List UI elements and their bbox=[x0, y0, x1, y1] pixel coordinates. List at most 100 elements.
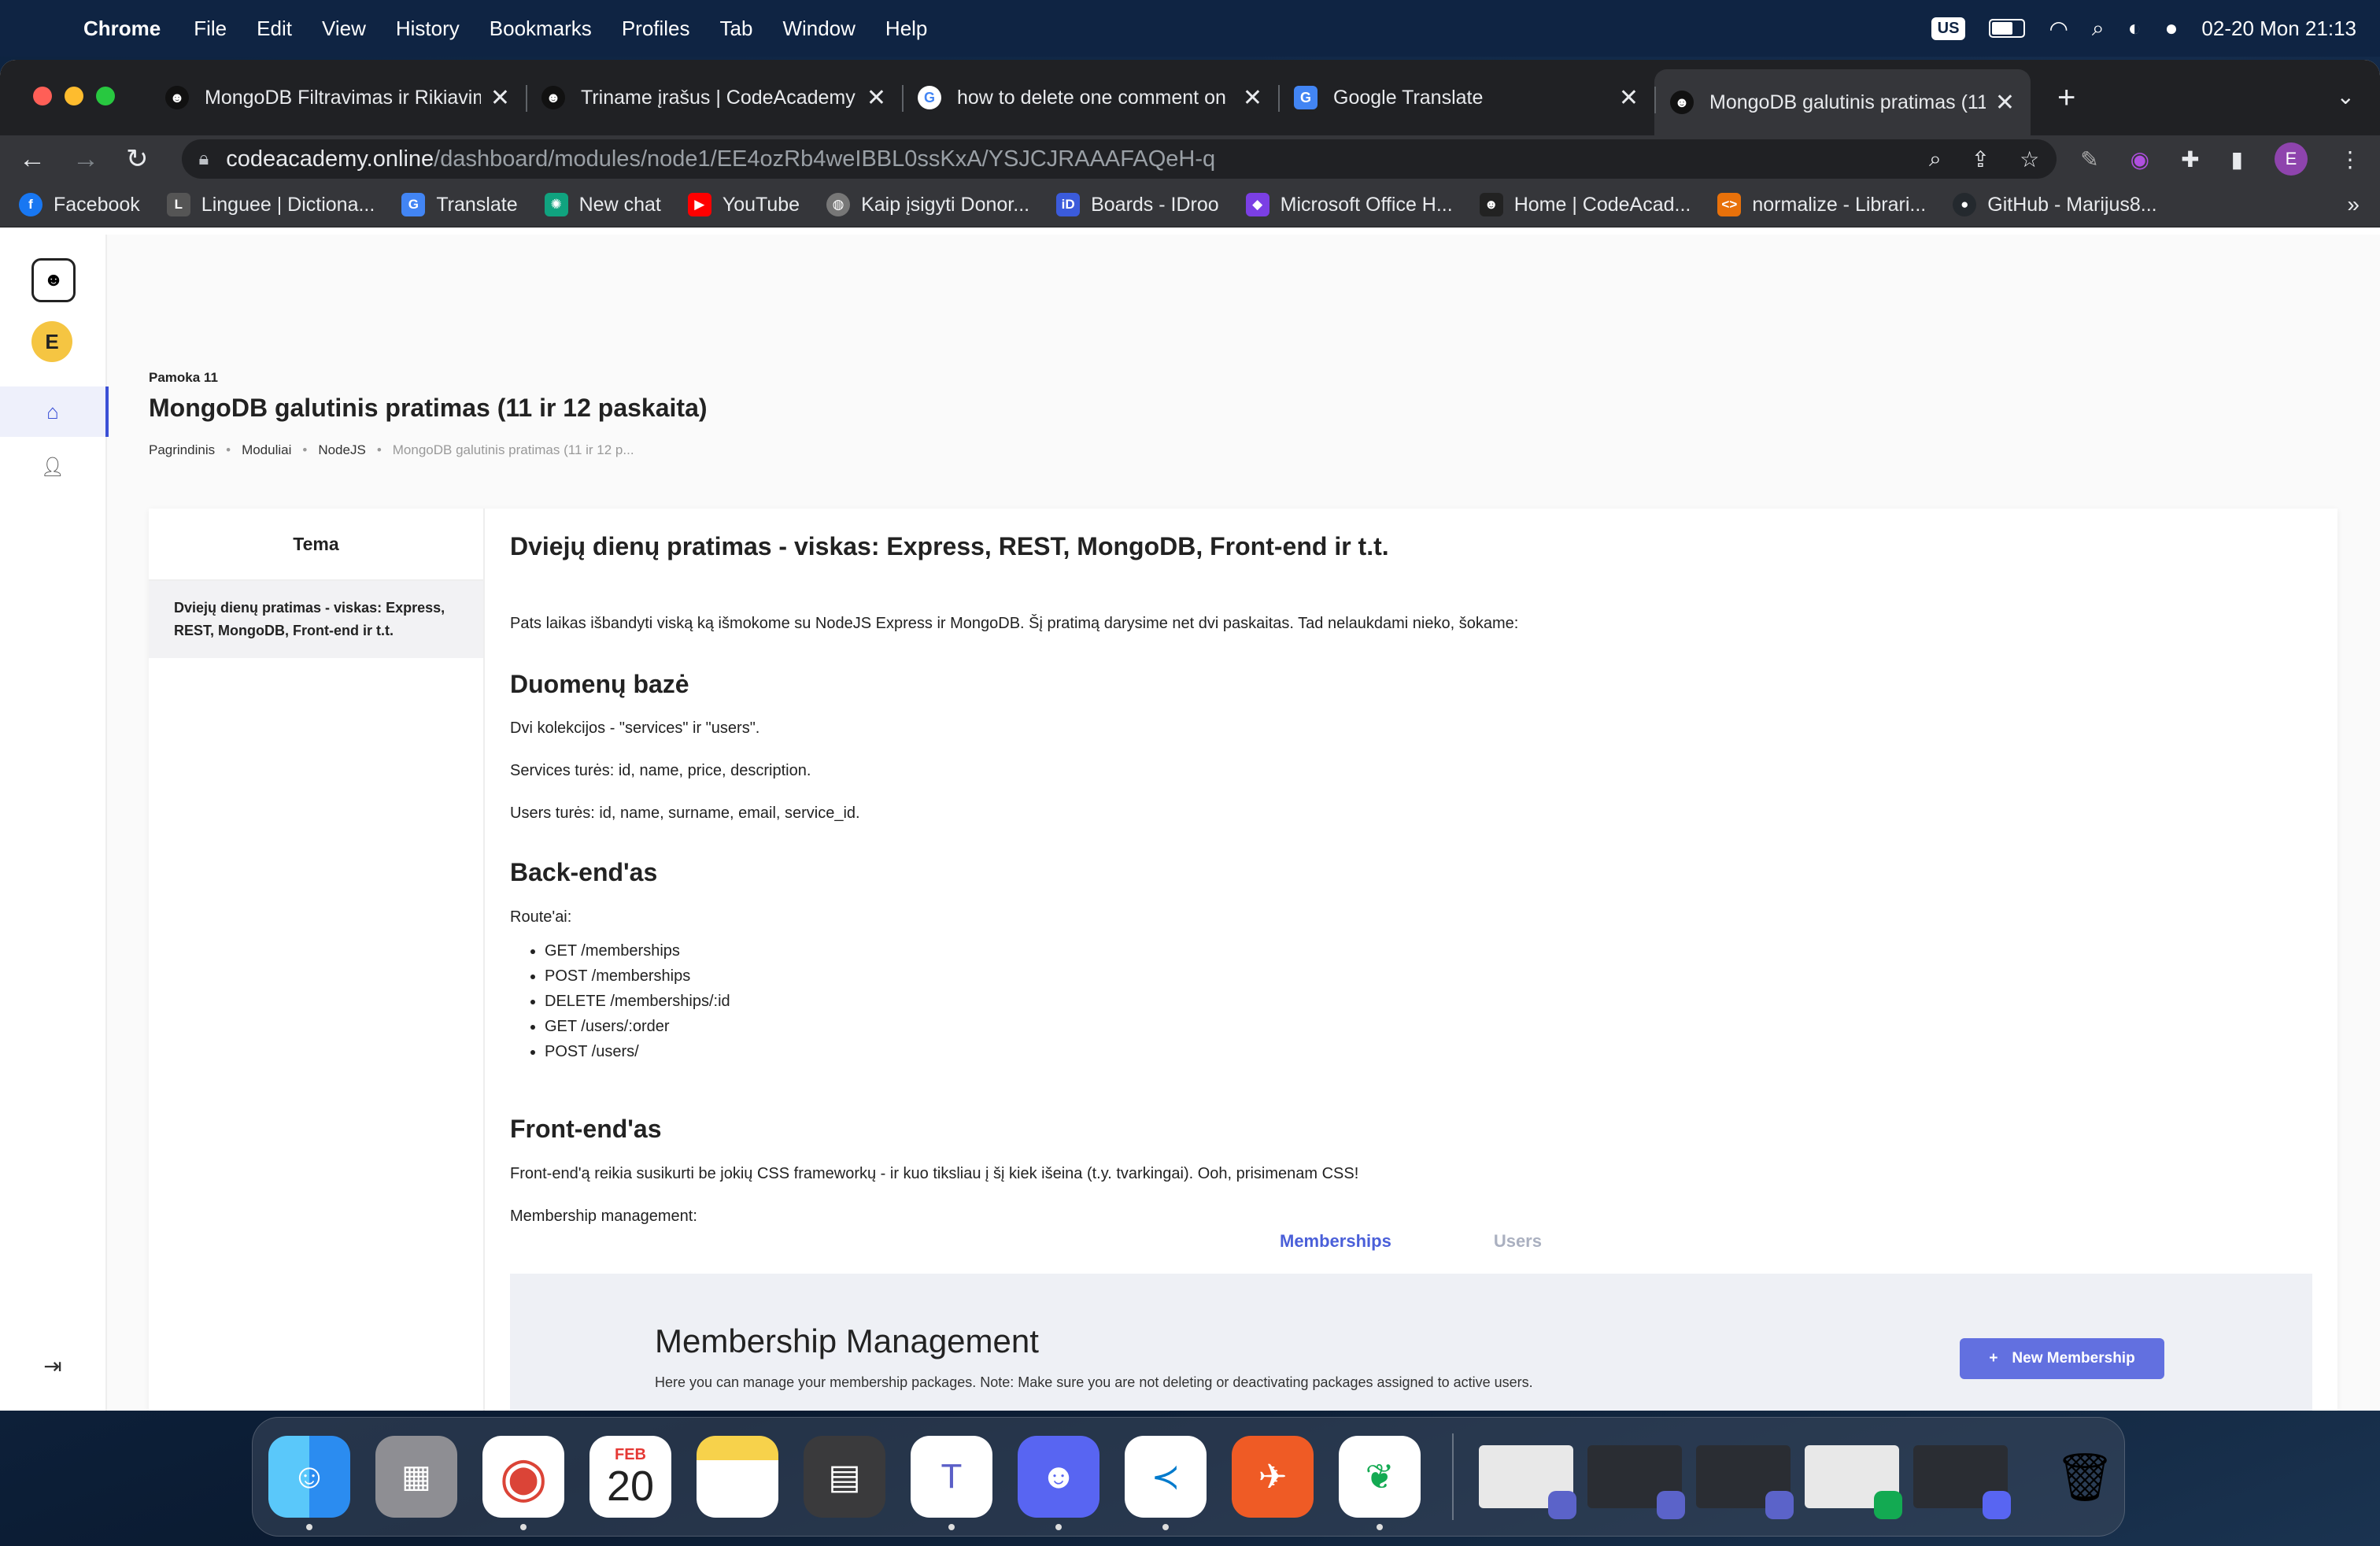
codeacademy-logo-icon[interactable]: ☻ bbox=[31, 258, 76, 302]
battery-icon[interactable] bbox=[1989, 19, 2026, 38]
bookmark-translate[interactable]: G Translate bbox=[401, 193, 518, 216]
tab-triname-irasus[interactable]: ☻ Triname įrašus | CodeAcademy ✕ bbox=[526, 68, 902, 128]
breadcrumb-separator: • bbox=[302, 442, 308, 457]
input-source-badge[interactable]: US bbox=[1931, 17, 1966, 40]
bookmark-idroo[interactable]: iD Boards - IDroo bbox=[1056, 193, 1219, 216]
menu-view[interactable]: View bbox=[322, 17, 366, 41]
topic-item[interactable]: Dviejų dienų pratimas - viskas: Express,… bbox=[149, 581, 483, 658]
bookmark-github[interactable]: ● GitHub - Marijus8... bbox=[1953, 193, 2157, 216]
minimized-window-thumbnail[interactable] bbox=[1478, 1445, 1576, 1519]
close-tab-icon[interactable]: ✕ bbox=[867, 84, 886, 112]
home-nav-icon[interactable]: ⌂ bbox=[0, 386, 109, 437]
preview-tabs: Memberships Users bbox=[1280, 1231, 1542, 1252]
menu-help[interactable]: Help bbox=[885, 17, 927, 41]
extension-purple-icon[interactable]: ◉ bbox=[2131, 146, 2149, 172]
route-item: POST /memberships bbox=[545, 963, 730, 989]
discord-icon[interactable]: ☻ bbox=[1018, 1436, 1099, 1530]
tab-google-translate[interactable]: G Google Translate ✕ bbox=[1278, 68, 1654, 128]
extension-feather-icon[interactable]: ✎ bbox=[2080, 146, 2098, 172]
menu-tab[interactable]: Tab bbox=[720, 17, 753, 41]
chrome-menu-icon[interactable]: ⋮ bbox=[2339, 146, 2361, 172]
breadcrumb-modules[interactable]: Moduliai bbox=[242, 442, 291, 458]
wifi-icon[interactable]: ◠ bbox=[2049, 16, 2068, 42]
siri-icon[interactable]: ● bbox=[2164, 16, 2178, 41]
minimized-window-thumbnail[interactable] bbox=[1804, 1445, 1902, 1519]
route-item: POST /users/ bbox=[545, 1039, 730, 1064]
reload-icon[interactable]: ↻ bbox=[126, 143, 149, 175]
breadcrumb-nodejs[interactable]: NodeJS bbox=[318, 442, 365, 458]
notes-icon[interactable] bbox=[697, 1436, 778, 1518]
linguee-icon: L bbox=[166, 193, 190, 216]
address-bar[interactable]: 🔒︎ codeacademy.online/dashboard/modules/… bbox=[181, 139, 2057, 179]
tab-users[interactable]: Users bbox=[1494, 1231, 1542, 1252]
calendar-icon[interactable]: FEB 20 bbox=[589, 1436, 671, 1518]
breadcrumb-current: MongoDB galutinis pratimas (11 ir 12 p..… bbox=[392, 442, 634, 457]
close-tab-icon[interactable]: ✕ bbox=[1995, 89, 2015, 117]
close-tab-icon[interactable]: ✕ bbox=[1243, 84, 1262, 112]
calculator-icon[interactable]: ▤ bbox=[804, 1436, 885, 1518]
membership-preview-image: Membership Management Here you can manag… bbox=[510, 1274, 2312, 1411]
bookmark-donor[interactable]: ◍ Kaip įsigyti Donor... bbox=[826, 193, 1029, 216]
vscode-icon[interactable]: ≺ bbox=[1125, 1436, 1207, 1530]
finder-icon[interactable]: ☺ bbox=[268, 1436, 350, 1530]
bookmark-star-icon[interactable]: ☆ bbox=[2020, 146, 2039, 172]
more-bookmarks-icon[interactable]: » bbox=[2347, 192, 2360, 217]
zoom-window-button[interactable] bbox=[96, 87, 115, 105]
bookmark-codeacademy-home[interactable]: ☻ Home | CodeAcad... bbox=[1479, 193, 1691, 216]
mongodb-compass-icon[interactable]: ❦ bbox=[1339, 1436, 1421, 1530]
menu-history[interactable]: History bbox=[396, 17, 460, 41]
app-sidebar: ☻ E ⌂ 👤︎ ⇥ bbox=[0, 235, 109, 1411]
menu-edit[interactable]: Edit bbox=[257, 17, 292, 41]
new-tab-button[interactable]: + bbox=[2057, 80, 2075, 116]
backend-heading: Back-end'as bbox=[510, 858, 658, 886]
menu-profiles[interactable]: Profiles bbox=[622, 17, 690, 41]
profile-avatar[interactable]: E bbox=[2275, 142, 2308, 176]
tab-mongodb-filtravimas[interactable]: ☻ MongoDB Filtravimas ir Rikiavimas ✕ bbox=[150, 68, 526, 128]
menu-file[interactable]: File bbox=[194, 17, 227, 41]
close-tab-icon[interactable]: ✕ bbox=[1619, 84, 1639, 112]
extensions-puzzle-icon[interactable]: ✚ bbox=[2181, 146, 2199, 172]
menu-app-chrome[interactable]: Chrome bbox=[83, 17, 161, 41]
teams-icon[interactable]: T bbox=[911, 1436, 992, 1530]
google-icon: G bbox=[918, 86, 941, 109]
tab-search-chevron-icon[interactable]: ⌄ bbox=[2337, 83, 2355, 109]
bookmark-new-chat[interactable]: ✺ New chat bbox=[544, 193, 661, 216]
minimize-window-button[interactable] bbox=[65, 87, 83, 105]
trash-icon[interactable]: 🗑︎ bbox=[2046, 1431, 2124, 1522]
postman-icon[interactable]: ✈ bbox=[1232, 1436, 1314, 1518]
close-tab-icon[interactable]: ✕ bbox=[490, 84, 510, 112]
profile-nav-icon[interactable]: 👤︎ bbox=[0, 446, 105, 488]
bookmark-label: Linguee | Dictiona... bbox=[201, 193, 375, 216]
forward-arrow-icon[interactable]: → bbox=[72, 144, 99, 175]
share-icon[interactable]: ⇪ bbox=[1972, 146, 1990, 172]
close-window-button[interactable] bbox=[33, 87, 52, 105]
logout-icon[interactable]: ⇥ bbox=[0, 1346, 105, 1385]
minimized-window-thumbnail[interactable] bbox=[1587, 1445, 1685, 1519]
tab-mongodb-galutinis[interactable]: ☻ MongoDB galutinis pratimas (11 ✕ bbox=[1654, 69, 2031, 135]
bookmark-linguee[interactable]: L Linguee | Dictiona... bbox=[166, 193, 375, 216]
bookmark-microsoft-office[interactable]: ◆ Microsoft Office H... bbox=[1245, 193, 1453, 216]
menubar-clock[interactable]: 02-20 Mon 21:13 bbox=[2201, 17, 2356, 41]
db-heading: Duomenų bazė bbox=[510, 670, 689, 698]
spotlight-search-icon[interactable]: ⌕ bbox=[2092, 16, 2105, 42]
bookmark-normalize[interactable]: <> normalize - Librari... bbox=[1717, 193, 1926, 216]
minimized-window-thumbnail[interactable] bbox=[1913, 1445, 2011, 1519]
back-arrow-icon[interactable]: ← bbox=[19, 144, 46, 175]
bookmark-facebook[interactable]: f Facebook bbox=[19, 193, 140, 216]
zoom-icon[interactable]: ⌕ bbox=[1929, 146, 1942, 172]
tab-memberships[interactable]: Memberships bbox=[1280, 1231, 1391, 1252]
control-center-icon[interactable]: ◐ bbox=[2128, 16, 2142, 41]
chrome-icon[interactable]: ◉ bbox=[482, 1436, 564, 1530]
lock-icon[interactable]: 🔒︎ bbox=[199, 148, 209, 170]
menu-bookmarks[interactable]: Bookmarks bbox=[490, 17, 592, 41]
bookmark-label: Boards - IDroo bbox=[1091, 193, 1219, 216]
menu-window[interactable]: Window bbox=[782, 17, 855, 41]
tab-google-search[interactable]: G how to delete one comment on ✕ bbox=[902, 68, 1278, 128]
bookmark-youtube[interactable]: ▶ YouTube bbox=[687, 193, 800, 216]
minimized-window-thumbnail[interactable] bbox=[1695, 1445, 1794, 1519]
breadcrumb-home[interactable]: Pagrindinis bbox=[149, 442, 215, 458]
user-avatar[interactable]: E bbox=[31, 321, 72, 362]
launchpad-icon[interactable]: ▦ bbox=[375, 1436, 457, 1518]
side-panel-icon[interactable]: ▮ bbox=[2231, 146, 2243, 172]
youtube-icon: ▶ bbox=[687, 193, 711, 216]
